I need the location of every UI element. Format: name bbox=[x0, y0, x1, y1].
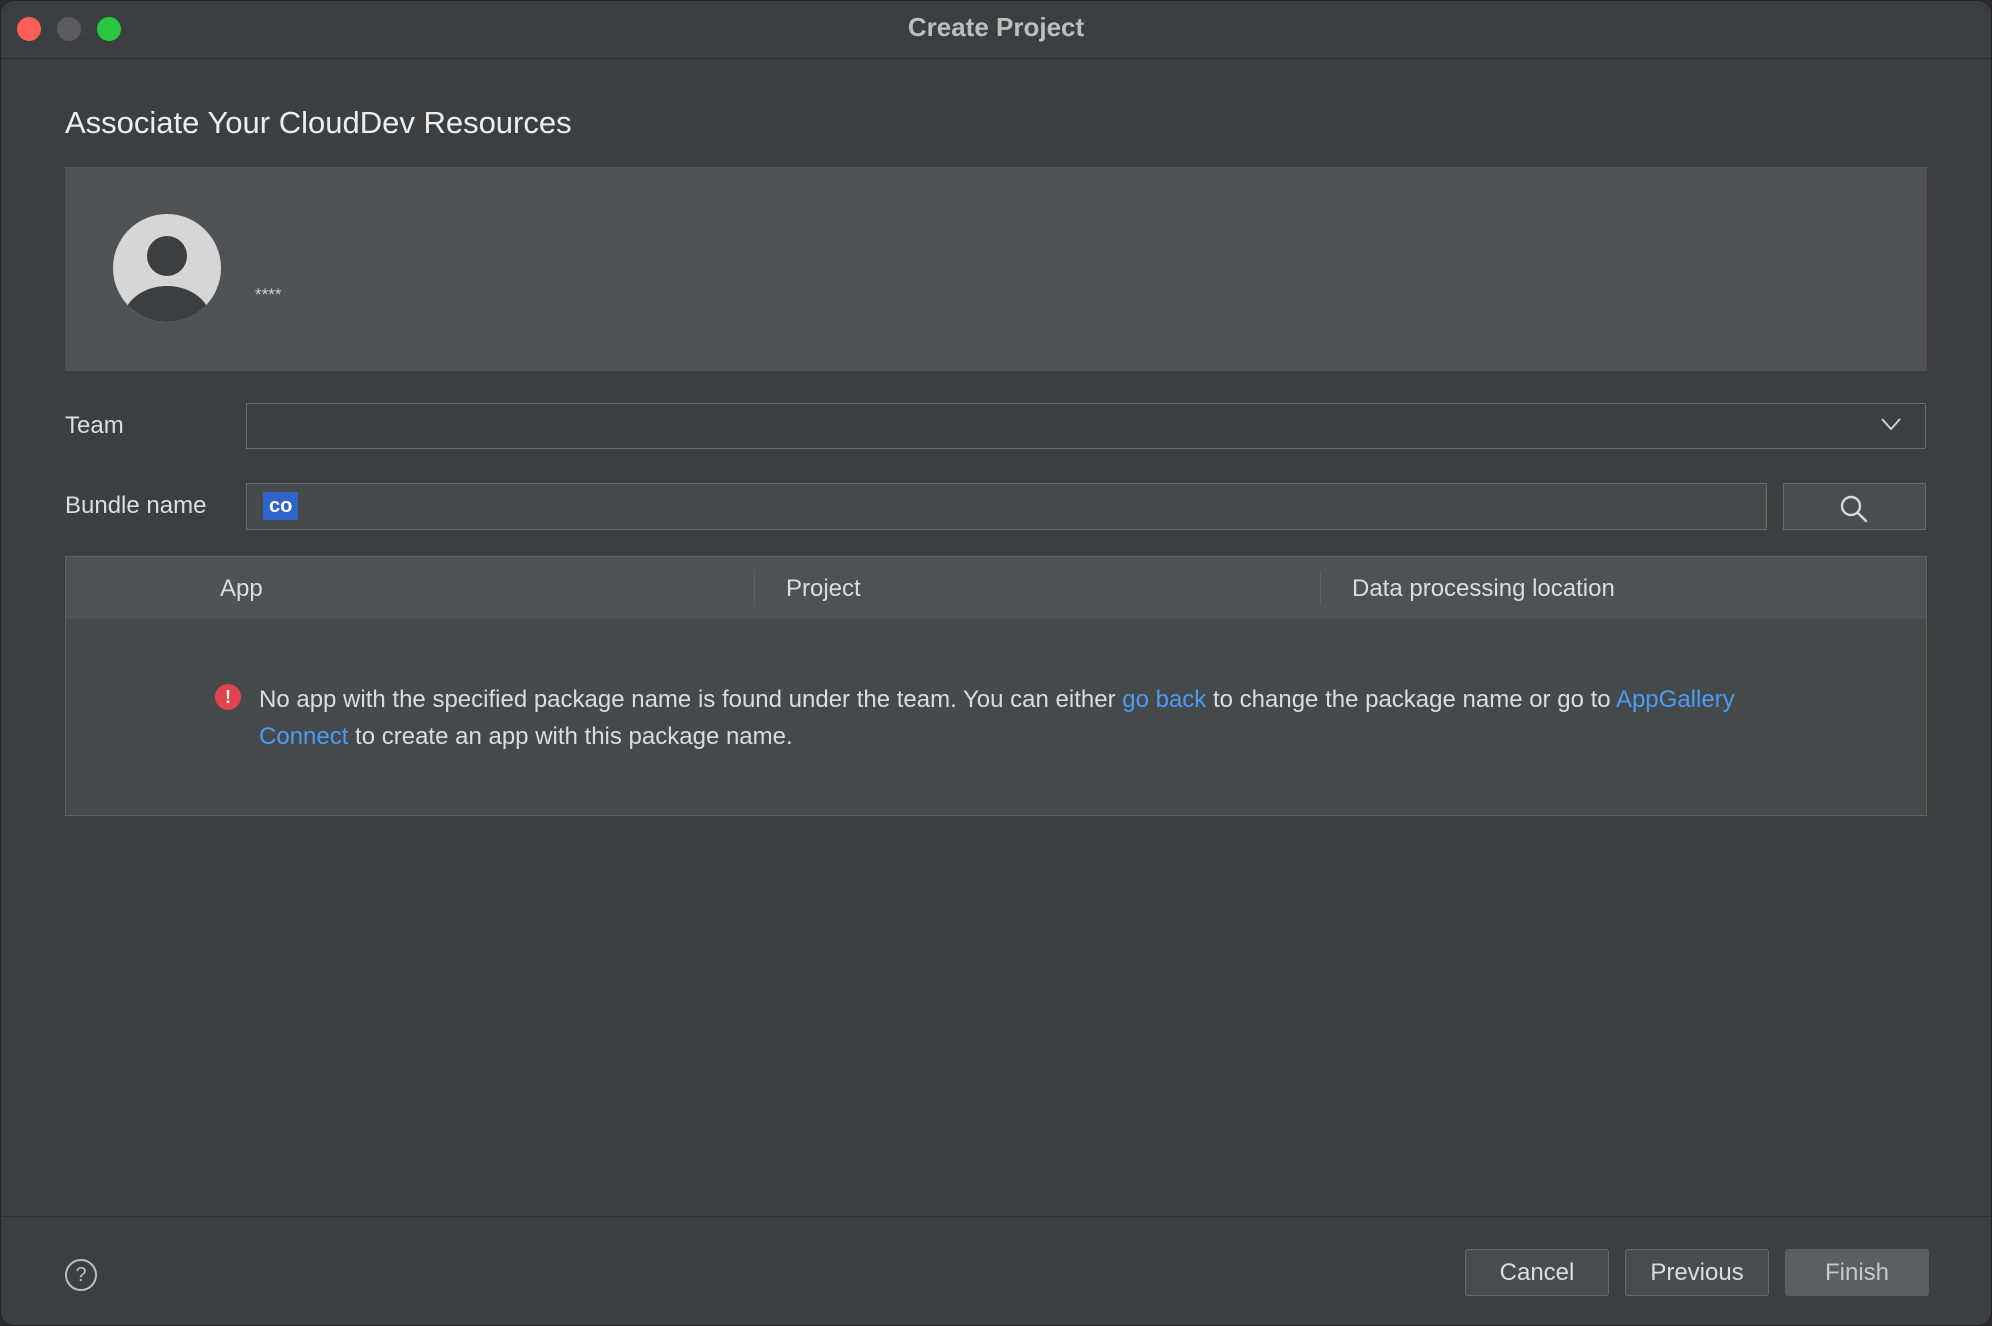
search-button[interactable] bbox=[1783, 483, 1926, 530]
bundle-name-label: Bundle name bbox=[65, 492, 207, 519]
error-text-part1: No app with the specified package name i… bbox=[259, 686, 1123, 713]
title-bar: Create Project bbox=[1, 1, 1991, 59]
bundle-name-value: co bbox=[263, 492, 299, 520]
column-data-location[interactable]: Data processing location bbox=[1352, 575, 1615, 603]
help-icon[interactable]: ? bbox=[65, 1259, 97, 1291]
error-text-part2: to change the package name or go to bbox=[1206, 686, 1616, 713]
cancel-button[interactable]: Cancel bbox=[1465, 1249, 1609, 1296]
error-message: No app with the specified package name i… bbox=[259, 681, 1799, 755]
chevron-down-icon bbox=[1881, 418, 1901, 431]
avatar-icon bbox=[113, 214, 221, 322]
finish-button[interactable]: Finish bbox=[1785, 1249, 1929, 1296]
account-name: **** bbox=[255, 285, 282, 304]
team-dropdown[interactable] bbox=[246, 403, 1926, 449]
app-table: App Project Data processing location ! N… bbox=[65, 556, 1927, 816]
column-app[interactable]: App bbox=[220, 575, 263, 603]
account-card: **** bbox=[65, 167, 1927, 371]
column-project[interactable]: Project bbox=[786, 575, 861, 603]
footer-divider bbox=[1, 1216, 1991, 1217]
bundle-name-input[interactable]: co bbox=[246, 483, 1767, 530]
search-icon bbox=[1840, 495, 1868, 523]
window-title: Create Project bbox=[907, 12, 1085, 42]
column-divider[interactable] bbox=[754, 571, 755, 605]
create-project-window: Create Project Associate Your CloudDev R… bbox=[0, 0, 1992, 1326]
go-back-link[interactable]: go back bbox=[1122, 686, 1206, 713]
team-label: Team bbox=[65, 412, 124, 439]
error-text-part3: to create an app with this package name. bbox=[348, 723, 793, 750]
table-header: App Project Data processing location bbox=[66, 557, 1926, 619]
previous-button[interactable]: Previous bbox=[1625, 1249, 1769, 1296]
column-divider[interactable] bbox=[1320, 571, 1321, 605]
error-icon: ! bbox=[215, 684, 241, 710]
page-title: Associate Your CloudDev Resources bbox=[65, 105, 572, 140]
